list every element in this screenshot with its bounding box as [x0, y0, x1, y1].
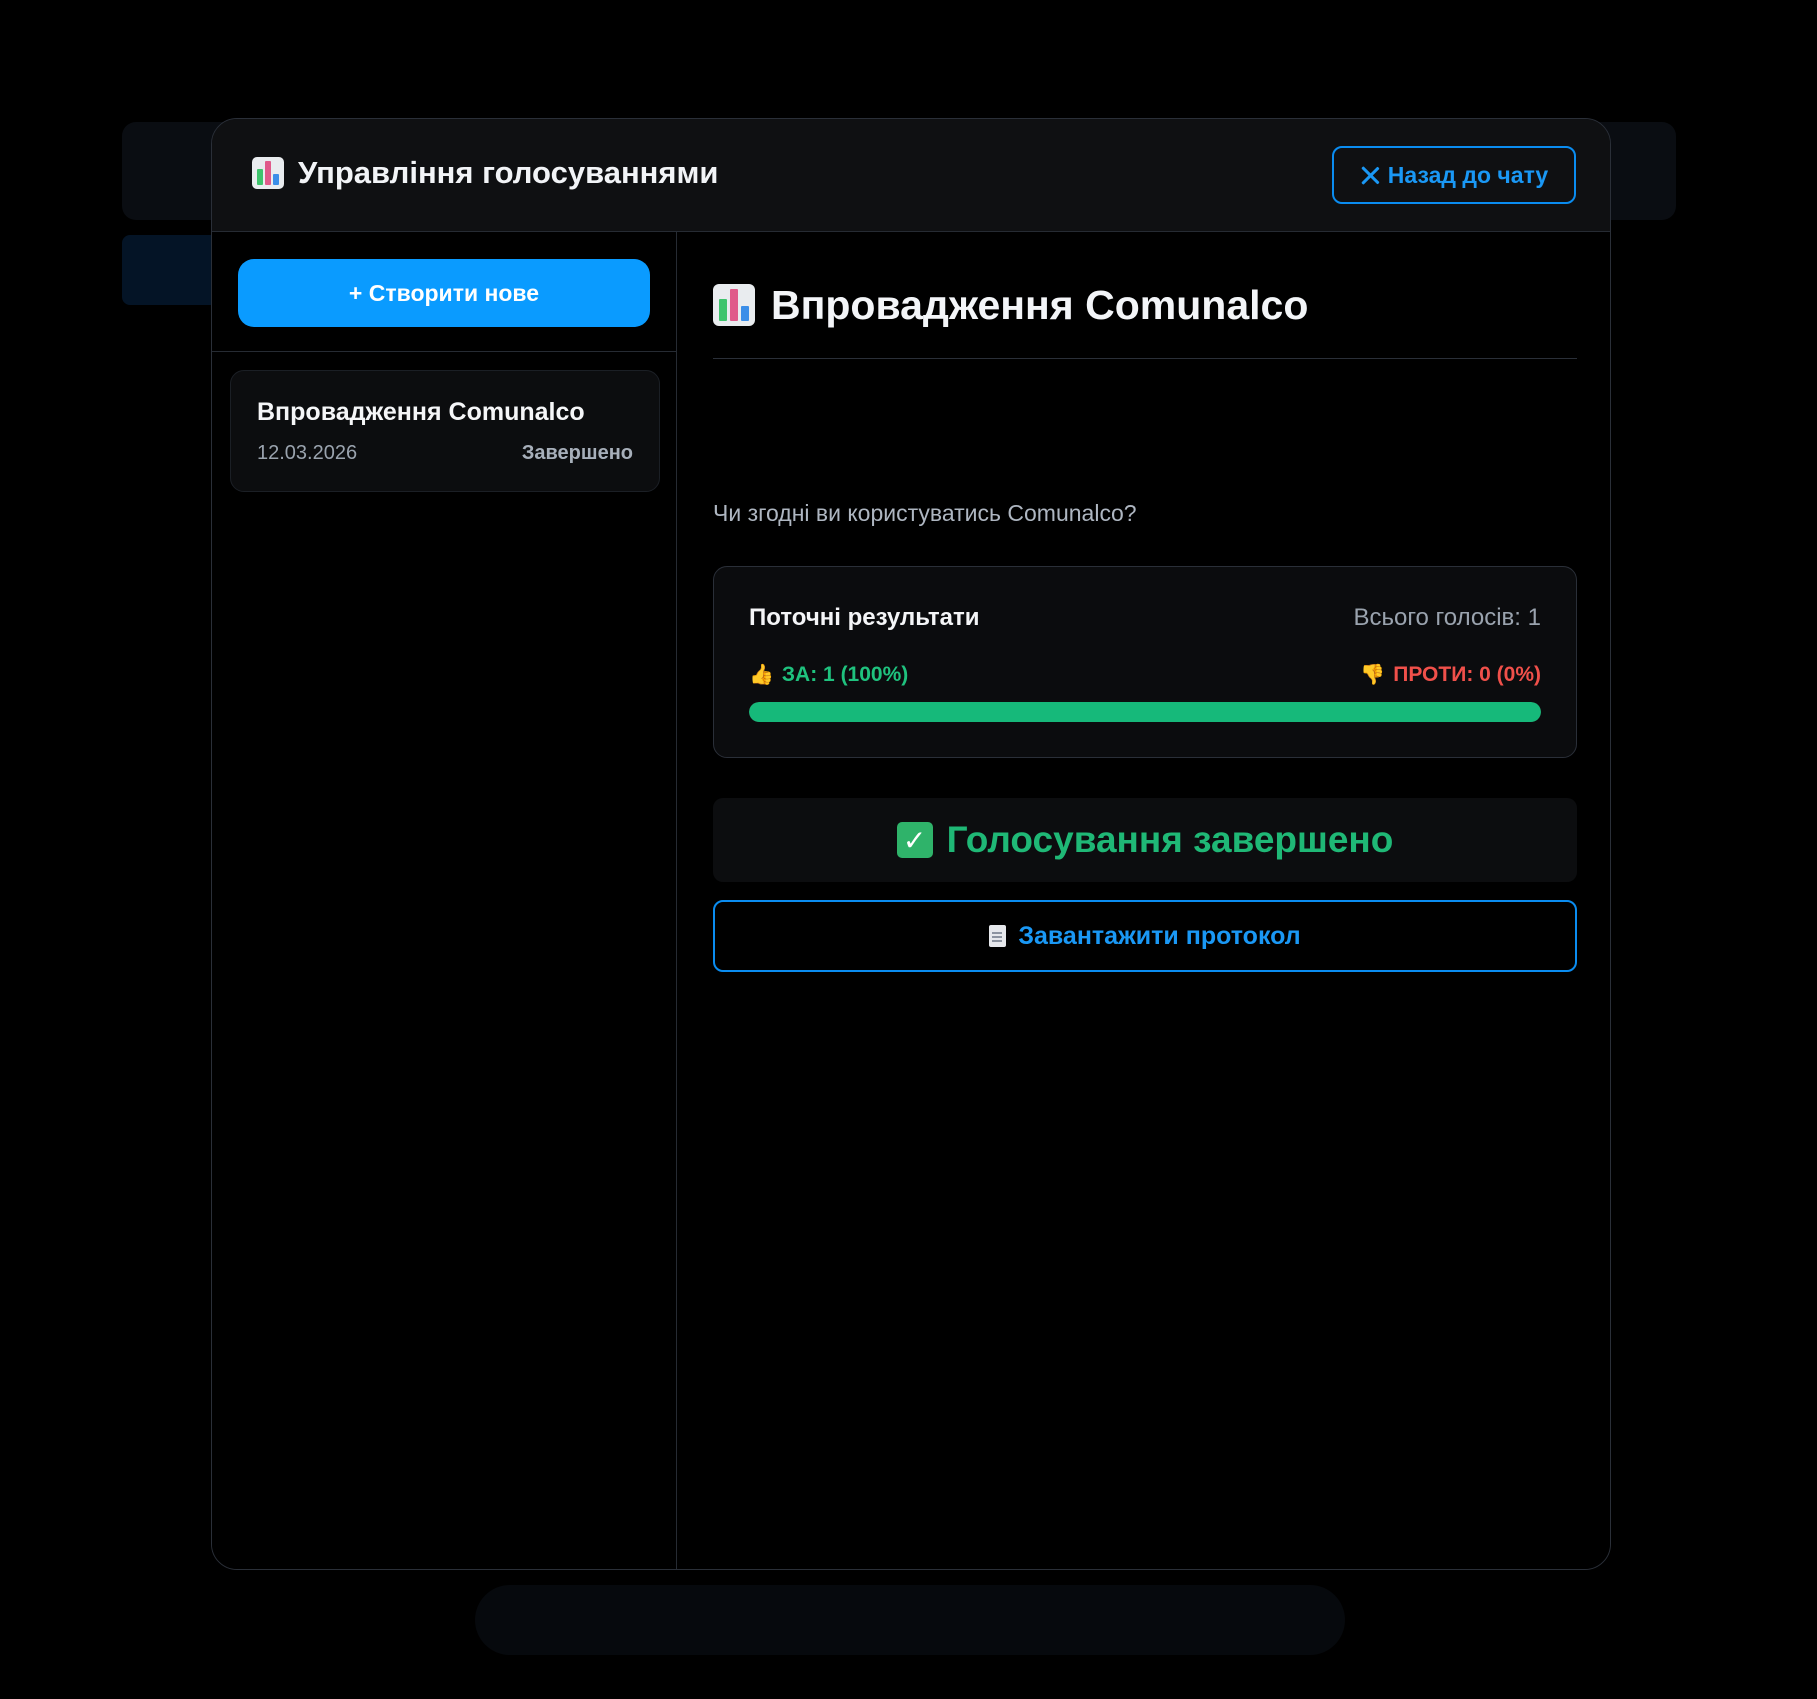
bar-chart-icon	[252, 157, 284, 189]
status-text: Голосування завершено	[946, 819, 1394, 860]
results-progress-bar	[749, 702, 1541, 722]
results-title: Поточні результати	[749, 604, 980, 631]
close-icon	[1360, 165, 1380, 185]
document-icon	[989, 925, 1007, 947]
download-protocol-button[interactable]: Завантажити протокол	[713, 900, 1577, 972]
poll-list-item-date: 12.03.2026	[257, 442, 358, 464]
results-card: Поточні результати Всього голосів: 1 👍 З…	[713, 566, 1577, 758]
sidebar-actions: + Створити нове	[212, 232, 676, 352]
create-poll-button[interactable]: + Створити нове	[238, 259, 650, 327]
back-to-chat-label: Назад до чату	[1387, 161, 1549, 188]
thumbs-up-icon: 👍	[749, 664, 774, 686]
background-input	[475, 1585, 1345, 1655]
poll-heading: Впровадження Comunalco	[713, 270, 1577, 359]
polls-sidebar: + Створити нове Впровадження Comunalco 1…	[212, 232, 677, 1569]
download-protocol-label: Завантажити протокол	[1018, 921, 1301, 950]
poll-question: Чи згодні ви користуватись Comunalco?	[713, 500, 1137, 526]
votes-for-label: ЗА: 1 (100%)	[781, 662, 909, 686]
modal-title: Управління голосуваннями	[252, 155, 718, 191]
modal-header: Управління голосуваннями Назад до чату	[212, 119, 1610, 232]
poll-list-item-status: Завершено	[521, 442, 633, 464]
poll-list-item-title: Впровадження Comunalco	[257, 398, 585, 426]
polls-modal: Управління голосуваннями Назад до чату +…	[211, 118, 1611, 1570]
poll-details: Впровадження Comunalco Чи згодні ви кори…	[677, 232, 1610, 1569]
votes-against-label: ПРОТИ: 0 (0%)	[1393, 662, 1541, 686]
back-to-chat-button[interactable]: Назад до чату	[1332, 146, 1576, 204]
results-progress-fill	[749, 702, 1541, 722]
poll-list-item[interactable]: Впровадження Comunalco 12.03.2026 Заверш…	[230, 370, 660, 492]
votes-against: 👎 ПРОТИ: 0 (0%)	[1360, 662, 1541, 687]
poll-title: Впровадження Comunalco	[771, 281, 1309, 328]
bar-chart-icon	[713, 284, 755, 326]
status-banner: ✓ Голосування завершено	[713, 798, 1577, 882]
total-votes: Всього голосів: 1	[1353, 604, 1541, 631]
check-mark-icon: ✓	[896, 822, 933, 858]
modal-title-text: Управління голосуваннями	[298, 155, 719, 190]
votes-for: 👍 ЗА: 1 (100%)	[749, 662, 908, 687]
thumbs-down-icon: 👎	[1360, 664, 1386, 686]
